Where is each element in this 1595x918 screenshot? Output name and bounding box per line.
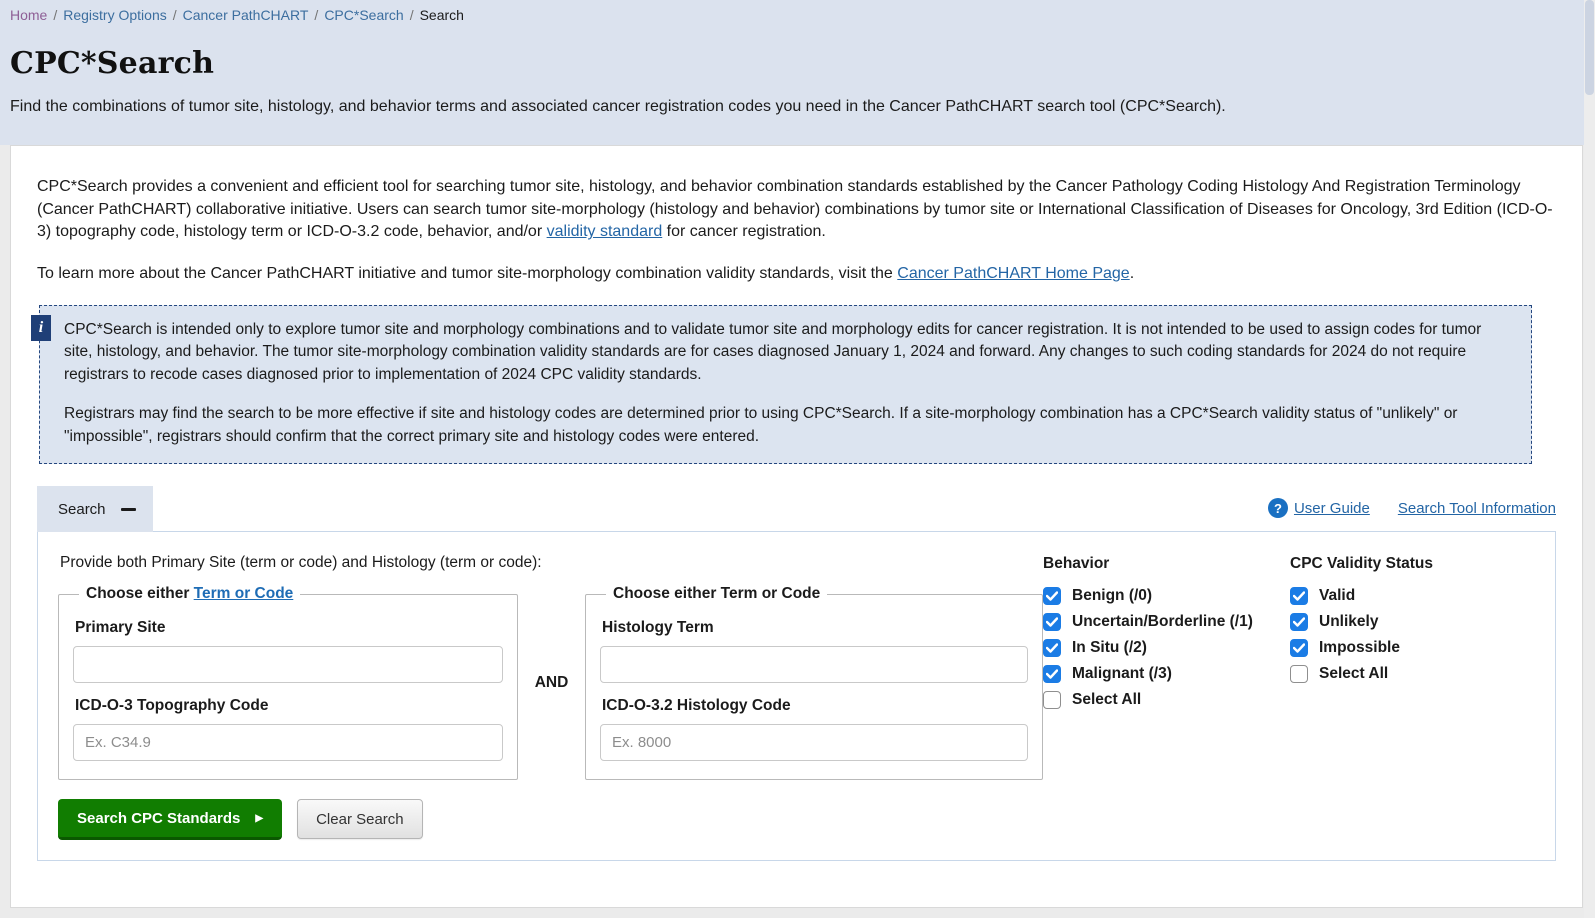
checkbox-icon[interactable] (1290, 665, 1308, 683)
button-row: Search CPC Standards ▶ Clear Search (58, 799, 1043, 840)
search-accordion-tab[interactable]: Search (37, 486, 153, 532)
checkbox-label: Unlikely (1319, 613, 1378, 631)
fieldset-row: Choose either Term or Code Primary Site … (58, 585, 1043, 780)
breadcrumb-cancer-pathchart[interactable]: Cancer PathCHART (183, 7, 309, 23)
checkbox-benign[interactable]: Benign (/0) (1043, 587, 1290, 605)
checkbox-malignant[interactable]: Malignant (/3) (1043, 665, 1290, 683)
checkbox-icon[interactable] (1043, 639, 1061, 657)
histology-term-label: Histology Term (602, 619, 1028, 637)
primary-site-label: Primary Site (75, 619, 503, 637)
breadcrumb-cpc-search[interactable]: CPC*Search (324, 7, 403, 23)
histology-fieldset-legend: Choose either Term or Code (606, 585, 827, 603)
clear-search-button[interactable]: Clear Search (297, 799, 423, 839)
intro-p2-text-after: . (1130, 265, 1134, 282)
histology-term-input[interactable] (600, 646, 1028, 683)
search-tab-label: Search (58, 501, 106, 518)
info-box-paragraph-1: CPC*Search is intended only to explore t… (64, 319, 1509, 386)
arrow-right-icon: ▶ (255, 813, 263, 824)
checkbox-label: Select All (1072, 691, 1141, 709)
breadcrumb: Home / Registry Options / Cancer PathCHART / C… (10, 7, 1585, 23)
intro-section: CPC*Search provides a convenient and eff… (37, 176, 1556, 286)
intro-paragraph-1: CPC*Search provides a convenient and eff… (37, 176, 1556, 244)
intro-p1-text-after: for cancer registration. (662, 223, 826, 240)
user-guide-link-group: ? User Guide (1268, 498, 1370, 518)
page-description: Find the combinations of tumor site, his… (10, 98, 1585, 116)
checkbox-icon[interactable] (1290, 639, 1308, 657)
pathchart-home-page-link[interactable]: Cancer PathCHART Home Page (897, 265, 1129, 282)
scrollbar-thumb[interactable] (1585, 0, 1594, 95)
checkbox-icon[interactable] (1043, 613, 1061, 631)
checkbox-uncertain-borderline[interactable]: Uncertain/Borderline (/1) (1043, 613, 1290, 631)
breadcrumb-current: Search (420, 7, 464, 23)
histology-code-input[interactable] (600, 724, 1028, 761)
topography-code-label: ICD-O-3 Topography Code (75, 697, 503, 715)
question-mark-icon: ? (1268, 498, 1288, 518)
checkbox-label: Benign (/0) (1072, 587, 1152, 605)
search-tab-row: Search ? User Guide Search Tool Informat… (37, 486, 1556, 531)
validity-standard-link[interactable]: validity standard (547, 223, 663, 240)
checkbox-behavior-select-all[interactable]: Select All (1043, 691, 1290, 709)
breadcrumb-home[interactable]: Home (10, 7, 47, 23)
primary-site-input[interactable] (73, 646, 503, 683)
search-tool-information-link[interactable]: Search Tool Information (1398, 500, 1556, 517)
checkbox-impossible[interactable]: Impossible (1290, 639, 1535, 657)
term-or-code-link[interactable]: Term or Code (194, 585, 294, 602)
scrollbar[interactable] (1584, 0, 1595, 918)
checkbox-icon[interactable] (1043, 691, 1061, 709)
search-panel: Provide both Primary Site (term or code)… (37, 531, 1556, 861)
checkbox-label: Uncertain/Borderline (/1) (1072, 613, 1253, 631)
intro-p2-text: To learn more about the Cancer PathCHART… (37, 265, 897, 282)
checkbox-in-situ[interactable]: In Situ (/2) (1043, 639, 1290, 657)
info-icon: i (31, 315, 51, 341)
content-card: CPC*Search provides a convenient and eff… (10, 145, 1583, 908)
search-form: Provide both Primary Site (term or code)… (58, 554, 1043, 840)
validity-header: CPC Validity Status (1290, 555, 1535, 573)
validity-filter-group: CPC Validity Status Valid Unlikely Impos… (1290, 554, 1535, 840)
topography-code-input[interactable] (73, 724, 503, 761)
legend-prefix: Choose either (86, 585, 194, 602)
search-cpc-standards-button[interactable]: Search CPC Standards ▶ (58, 799, 282, 840)
primary-site-fieldset: Choose either Term or Code Primary Site … (58, 585, 518, 780)
search-button-label: Search CPC Standards (77, 810, 240, 827)
checkbox-validity-select-all[interactable]: Select All (1290, 665, 1535, 683)
checkbox-label: Malignant (/3) (1072, 665, 1172, 683)
breadcrumb-separator: / (314, 7, 318, 23)
checkbox-icon[interactable] (1043, 587, 1061, 605)
user-guide-link[interactable]: User Guide (1294, 500, 1370, 517)
histology-fieldset: Choose either Term or Code Histology Ter… (585, 585, 1043, 780)
checkbox-icon[interactable] (1290, 587, 1308, 605)
breadcrumb-separator: / (410, 7, 414, 23)
form-instruction: Provide both Primary Site (term or code)… (60, 554, 1043, 572)
site-fieldset-legend: Choose either Term or Code (79, 585, 300, 603)
checkbox-icon[interactable] (1043, 665, 1061, 683)
and-label: AND (518, 674, 585, 692)
intro-paragraph-2: To learn more about the Cancer PathCHART… (37, 263, 1556, 286)
checkbox-label: Impossible (1319, 639, 1400, 657)
histology-code-label: ICD-O-3.2 Histology Code (602, 697, 1028, 715)
help-links: ? User Guide Search Tool Information (1268, 498, 1556, 518)
checkbox-valid[interactable]: Valid (1290, 587, 1535, 605)
checkbox-icon[interactable] (1290, 613, 1308, 631)
collapse-minus-icon (121, 508, 136, 511)
checkbox-label: In Situ (/2) (1072, 639, 1147, 657)
info-box-paragraph-2: Registrars may find the search to be mor… (64, 403, 1509, 448)
page-header-band: Home / Registry Options / Cancer PathCHART / C… (0, 0, 1595, 145)
behavior-header: Behavior (1043, 555, 1290, 573)
info-box: i CPC*Search is intended only to explore… (39, 305, 1532, 464)
breadcrumb-separator: / (53, 7, 57, 23)
breadcrumb-registry-options[interactable]: Registry Options (63, 7, 166, 23)
checkbox-label: Valid (1319, 587, 1355, 605)
breadcrumb-separator: / (173, 7, 177, 23)
page-title: CPC*Search (10, 46, 1585, 81)
behavior-filter-group: Behavior Benign (/0) Uncertain/Borderlin… (1043, 554, 1290, 840)
checkbox-unlikely[interactable]: Unlikely (1290, 613, 1535, 631)
checkbox-label: Select All (1319, 665, 1388, 683)
